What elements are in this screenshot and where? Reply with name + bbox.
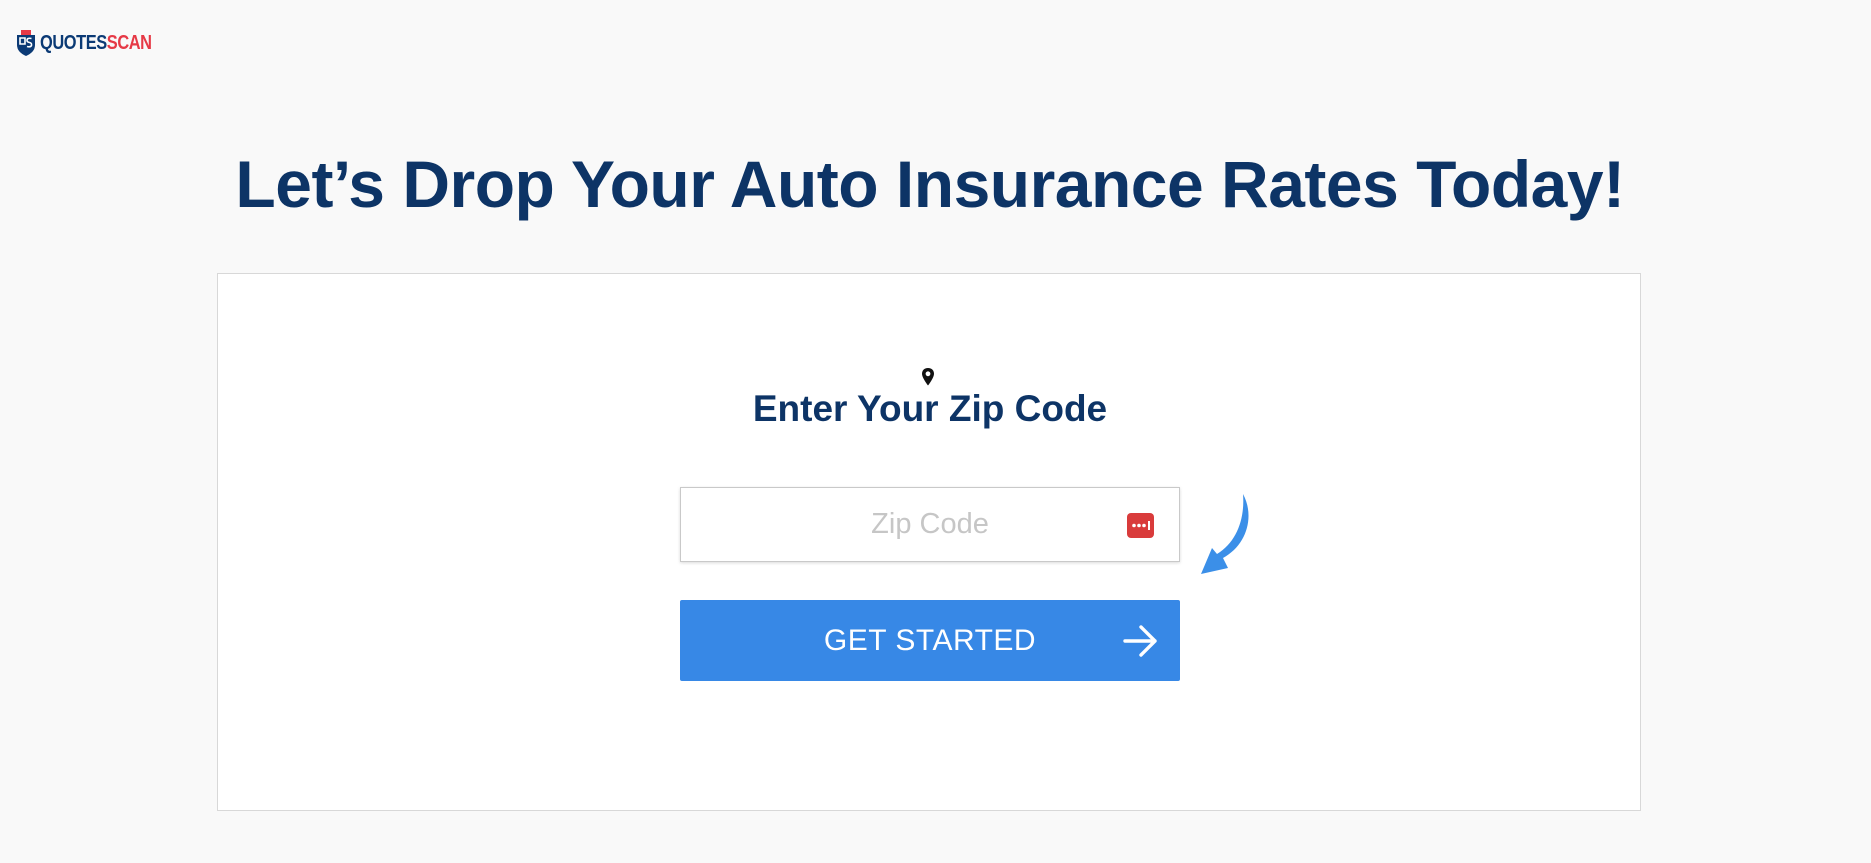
zip-form-title: Enter Your Zip Code [752, 388, 1108, 429]
shield-logo-icon [17, 30, 35, 56]
curved-arrow-icon [1201, 494, 1249, 574]
zip-code-input[interactable] [681, 488, 1179, 561]
arrow-right-icon [1123, 625, 1157, 657]
get-started-button[interactable]: GET STARTED [680, 600, 1180, 681]
get-started-label: GET STARTED [823, 623, 1037, 657]
logo-wordmark: QUOTESSCAN [40, 33, 152, 53]
logo-text-scan: SCAN [106, 32, 152, 54]
zip-field [680, 487, 1180, 562]
password-manager-icon[interactable] [1127, 513, 1154, 538]
page-headline: Let’s Drop Your Auto Insurance Rates Tod… [235, 147, 1625, 221]
map-pin-icon [922, 368, 934, 386]
logo[interactable]: QUOTESSCAN [16, 30, 176, 56]
logo-text-quotes: QUOTES [40, 32, 107, 54]
page: QUOTESSCAN Let’s Drop Your Auto Insuranc… [0, 0, 1871, 863]
